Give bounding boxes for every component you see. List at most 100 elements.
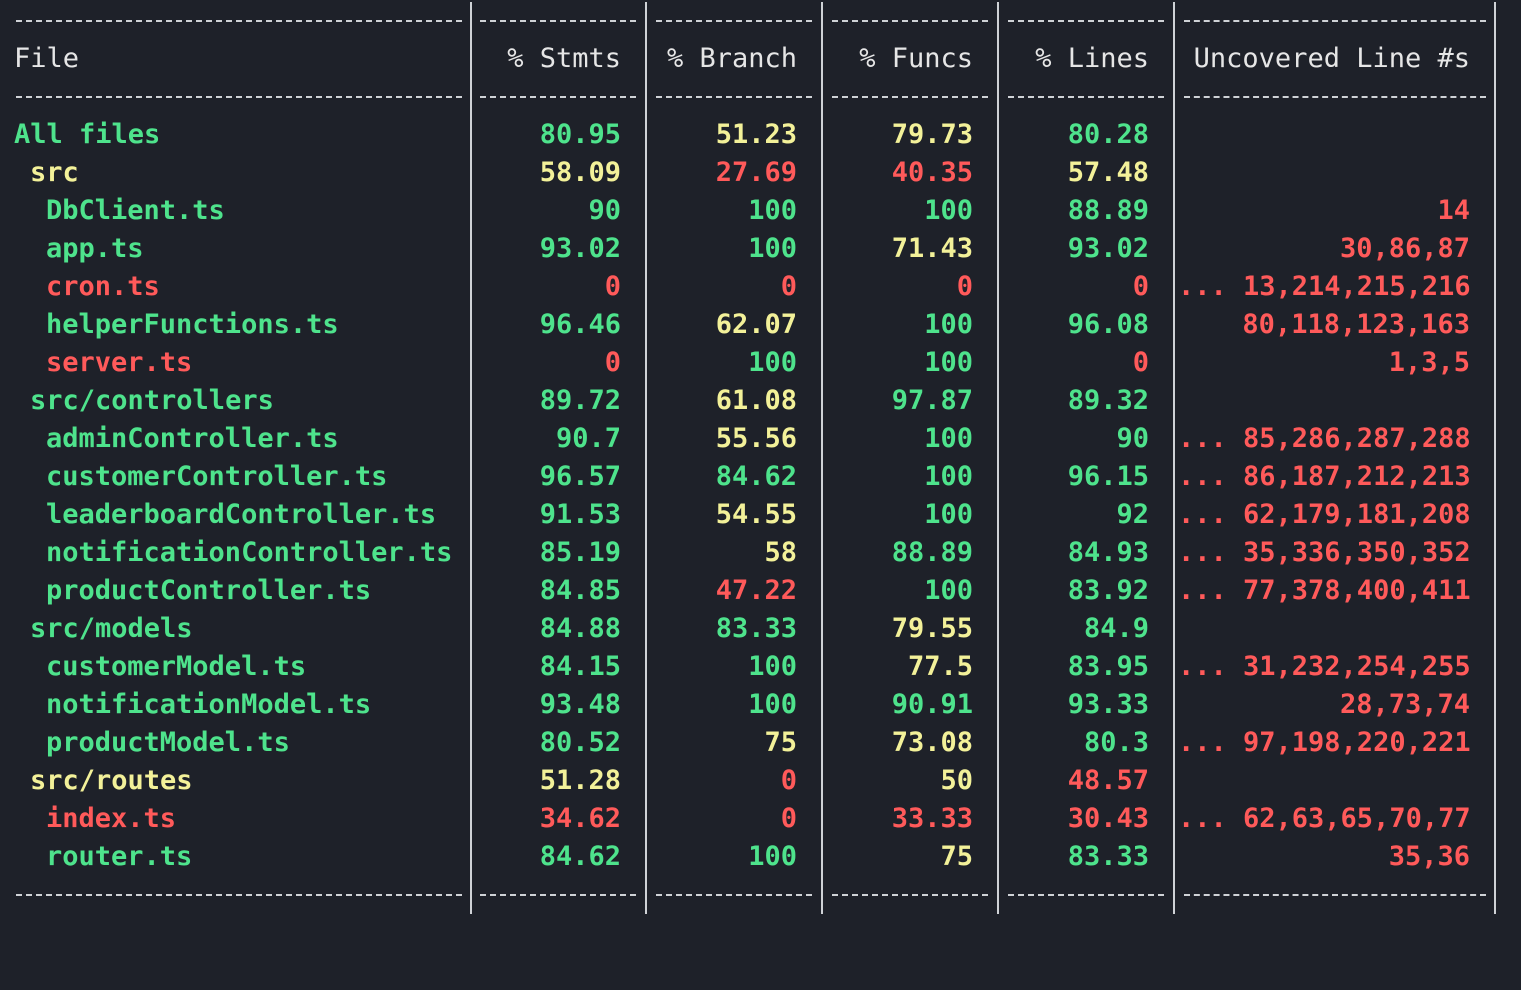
cell-branch: 100 (748, 233, 797, 264)
cell-uncovered: 28,73,74 (1339, 689, 1470, 720)
cell-funcs: 90.91 (891, 689, 973, 720)
cell-file: app.ts (46, 233, 144, 264)
cell-file: server.ts (46, 347, 193, 378)
cell-lines: 83.92 (1067, 575, 1149, 606)
cell-branch: 61.08 (715, 385, 797, 416)
cell-lines: 96.08 (1067, 309, 1149, 340)
table-row: customerController.ts 96.57 84.62 100 96.15.… (14, 458, 1514, 496)
header-branch: % Branch (666, 43, 797, 74)
cell-lines: 80.3 (1083, 727, 1149, 758)
cell-file: adminController.ts (46, 423, 339, 454)
cell-uncovered: ... 13,214,215,216 (1178, 271, 1471, 302)
cell-funcs: 100 (924, 195, 973, 226)
table-row: helperFunctions.ts 96.46 62.07 100 96.08 80,1… (14, 306, 1514, 344)
cell-uncovered: ... 86,187,212,213 (1178, 461, 1471, 492)
cell-stmts: 90.7 (555, 423, 621, 454)
cell-funcs: 100 (924, 575, 973, 606)
cell-lines: 83.33 (1067, 841, 1149, 872)
table-row: index.ts 34.62 0 33.33 30.43 ... 62,63,65,70,… (14, 800, 1514, 838)
cell-uncovered (1178, 154, 1470, 192)
cell-uncovered: ... 62,179,181,208 (1178, 499, 1471, 530)
table-body: All files 80.95 51.23 79.73 80.28 src 58.09 27.… (14, 116, 1514, 876)
cell-uncovered: ... 31,232,254,255 (1178, 651, 1471, 682)
table-row: productModel.ts 80.52 75 73.08 80.3 ... 97,19… (14, 724, 1514, 762)
top-dashed-rule (14, 2, 1514, 40)
cell-funcs: 79.55 (891, 613, 973, 644)
table-row: server.ts 0 100 100 0 1,3,5 (14, 344, 1514, 382)
cell-uncovered: ... 77,378,400,411 (1178, 575, 1471, 606)
cell-funcs: 100 (924, 347, 973, 378)
cell-funcs: 77.5 (907, 651, 973, 682)
cell-funcs: 33.33 (891, 803, 973, 834)
cell-uncovered (1178, 116, 1470, 154)
cell-funcs: 79.73 (891, 119, 973, 150)
cell-branch: 0 (780, 765, 797, 796)
cell-lines: 30.43 (1067, 803, 1149, 834)
header-funcs: % Funcs (859, 43, 973, 74)
cell-file: DbClient.ts (46, 195, 225, 226)
cell-lines: 93.33 (1067, 689, 1149, 720)
cell-lines: 0 (1132, 347, 1149, 378)
cell-lines: 80.28 (1067, 119, 1149, 150)
cell-branch: 100 (748, 195, 797, 226)
cell-stmts: 91.53 (539, 499, 621, 530)
cell-lines: 48.57 (1067, 765, 1149, 796)
table-row: adminController.ts 90.7 55.56 100 90 ... 85,2… (14, 420, 1514, 458)
cell-file: index.ts (46, 803, 177, 834)
cell-branch: 83.33 (715, 613, 797, 644)
cell-file: productController.ts (46, 575, 372, 606)
cell-file: productModel.ts (46, 727, 290, 758)
cell-uncovered: 14 (1437, 195, 1470, 226)
table-row: notificationController.ts 85.19 58 88.89 84.… (14, 534, 1514, 572)
cell-funcs: 0 (956, 271, 973, 302)
cell-lines: 92 (1116, 499, 1149, 530)
cell-branch: 47.22 (715, 575, 797, 606)
header-dashed-rule (14, 78, 1514, 116)
table-row: src/controllers 89.72 61.08 97.87 89.32 (14, 382, 1514, 420)
cell-uncovered: ... 97,198,220,221 (1178, 727, 1471, 758)
cell-funcs: 100 (924, 423, 973, 454)
cell-file: src/controllers (30, 385, 274, 416)
cell-lines: 84.9 (1083, 613, 1149, 644)
cell-stmts: 80.95 (539, 119, 621, 150)
cell-file: customerModel.ts (46, 651, 307, 682)
cell-stmts: 80.52 (539, 727, 621, 758)
cell-uncovered: ... 62,63,65,70,77 (1178, 803, 1471, 834)
header-lines: % Lines (1035, 43, 1149, 74)
table-row: src/models 84.88 83.33 79.55 84.9 (14, 610, 1514, 648)
cell-stmts: 0 (604, 271, 621, 302)
cell-file: src/routes (30, 765, 193, 796)
header-uncovered: Uncovered Line #s (1193, 43, 1470, 74)
cell-stmts: 89.72 (539, 385, 621, 416)
cell-branch: 0 (780, 803, 797, 834)
cell-file: src/models (30, 613, 193, 644)
cell-file: notificationController.ts (46, 537, 453, 568)
cell-stmts: 34.62 (539, 803, 621, 834)
cell-uncovered (1178, 610, 1470, 648)
cell-funcs: 50 (940, 765, 973, 796)
cell-uncovered: ... 85,286,287,288 (1178, 423, 1471, 454)
cell-stmts: 96.57 (539, 461, 621, 492)
cell-file: src (30, 157, 79, 188)
cell-uncovered: 80,118,123,163 (1242, 309, 1470, 340)
cell-uncovered (1178, 382, 1470, 420)
cell-file: cron.ts (46, 271, 160, 302)
cell-branch: 100 (748, 841, 797, 872)
cell-lines: 57.48 (1067, 157, 1149, 188)
cell-uncovered (1178, 762, 1470, 800)
cell-stmts: 58.09 (539, 157, 621, 188)
cell-funcs: 75 (940, 841, 973, 872)
cell-file: helperFunctions.ts (46, 309, 339, 340)
cell-branch: 58 (764, 537, 797, 568)
cell-file: All files (14, 119, 161, 150)
cell-lines: 88.89 (1067, 195, 1149, 226)
cell-branch: 75 (764, 727, 797, 758)
cell-funcs: 100 (924, 309, 973, 340)
bottom-dashed-rule (14, 876, 1514, 914)
cell-branch: 100 (748, 347, 797, 378)
cell-file: customerController.ts (46, 461, 388, 492)
cell-branch: 62.07 (715, 309, 797, 340)
cell-uncovered: 35,36 (1388, 841, 1470, 872)
cell-lines: 90 (1116, 423, 1149, 454)
cell-stmts: 85.19 (539, 537, 621, 568)
